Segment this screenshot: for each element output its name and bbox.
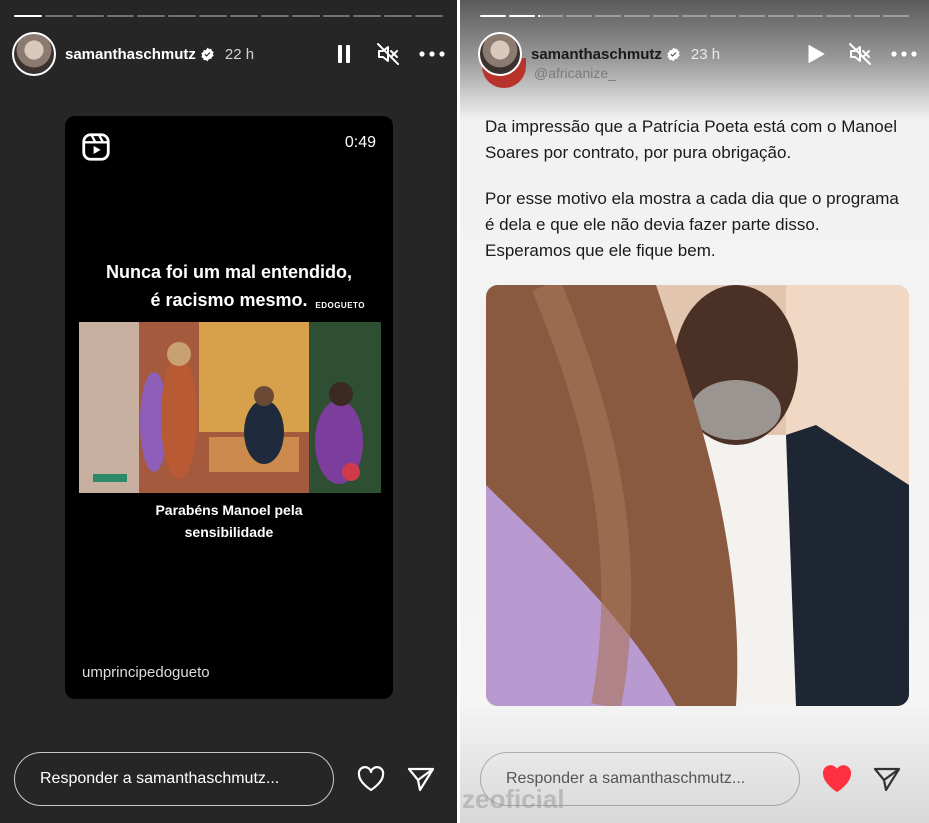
watermark-text: zeoficial: [462, 784, 565, 814]
post-time: 23 h: [690, 45, 721, 63]
progress-segment: [199, 15, 228, 17]
progress-segment: [480, 15, 506, 17]
more-dots-icon: [891, 51, 917, 57]
verified-badge-icon: [667, 47, 680, 61]
progress-segment: [739, 15, 765, 17]
progress-segment: [710, 15, 737, 17]
pause-button[interactable]: [331, 41, 357, 67]
like-button[interactable]: [356, 764, 386, 794]
progress-segment: [106, 15, 135, 17]
reel-duration: 0:49: [344, 134, 376, 151]
reel-tag: EDOGUETO: [315, 301, 365, 310]
share-button[interactable]: [406, 764, 436, 794]
progress-segment: [796, 15, 823, 17]
progress-segment: [75, 15, 104, 17]
paper-plane-icon: [407, 767, 435, 792]
progress-segment: [681, 15, 708, 17]
username[interactable]: samanthaschmutz: [531, 46, 662, 63]
progress-segment: [415, 15, 444, 17]
username[interactable]: samanthaschmutz: [65, 46, 196, 63]
progress-segment: [353, 15, 382, 17]
shared-reel-card[interactable]: 0:49 Nunca foi um mal entendido, é racis…: [65, 116, 393, 699]
profile-avatar[interactable]: [12, 32, 56, 76]
progress-segment: [168, 15, 197, 17]
share-button[interactable]: [872, 764, 902, 794]
tv-scene-image: [79, 322, 381, 493]
tv-still-image: [486, 285, 909, 706]
progress-bar-left: [14, 15, 444, 17]
progress-segment: [652, 15, 679, 17]
story-header-right: samanthaschmutz 23 h: [478, 32, 917, 76]
progress-segment: [508, 15, 535, 17]
mute-button[interactable]: [375, 41, 401, 67]
tweet-paragraph-1: Da impressão que a Patrícia Poeta está c…: [485, 117, 897, 162]
progress-segment: [623, 15, 650, 17]
progress-segment: [14, 15, 42, 17]
story-right[interactable]: @africanize_ samanthaschmutz 23 h Da imp…: [460, 0, 929, 823]
progress-segment: [291, 15, 320, 17]
reels-icon: [82, 133, 110, 161]
progress-segment: [44, 15, 73, 17]
heart-filled-icon: [822, 765, 852, 792]
more-options-button[interactable]: [891, 41, 917, 67]
tweet-paragraph-2: Por esse motivo ela mostra a cada dia qu…: [485, 189, 899, 260]
pause-icon: [338, 45, 350, 63]
progress-segment: [322, 15, 351, 17]
progress-segment: [595, 15, 621, 17]
progress-segment: [767, 15, 794, 17]
heart-outline-icon: [357, 766, 385, 792]
story-header-left: samanthaschmutz 22 h: [12, 32, 445, 76]
post-time: 22 h: [224, 45, 255, 63]
progress-segment: [230, 15, 258, 17]
verified-badge-icon: [201, 47, 214, 61]
profile-avatar[interactable]: [478, 32, 522, 76]
speaker-muted-icon: [377, 43, 399, 65]
progress-bar-right: [480, 15, 909, 17]
reel-account-name[interactable]: umprincipedogueto: [82, 664, 210, 681]
play-icon: [808, 45, 825, 63]
story-left[interactable]: samanthaschmutz 22 h 0:49 Nunca foi um m…: [0, 0, 457, 823]
tweet-text: Da impressão que a Patrícia Poeta está c…: [485, 114, 905, 264]
progress-segment: [566, 15, 593, 17]
progress-segment: [384, 15, 413, 17]
speaker-muted-icon: [849, 43, 871, 65]
paper-plane-icon: [873, 767, 901, 792]
story-footer-left: Responder a samanthaschmutz...: [14, 751, 443, 807]
tweet-media-image: [486, 285, 909, 706]
progress-segment: [260, 15, 289, 17]
stories-viewer: samanthaschmutz 22 h 0:49 Nunca foi um m…: [0, 0, 929, 823]
more-dots-icon: [419, 51, 445, 57]
progress-segment: [854, 15, 881, 17]
mute-button[interactable]: [847, 41, 873, 67]
progress-segment: [825, 15, 852, 17]
more-options-button[interactable]: [419, 41, 445, 67]
progress-segment: [137, 15, 166, 17]
like-button[interactable]: [822, 764, 852, 794]
reel-video-frame: [79, 322, 381, 493]
reply-input[interactable]: Responder a samanthaschmutz...: [14, 752, 334, 806]
play-button[interactable]: [803, 41, 829, 67]
progress-segment: [537, 15, 564, 17]
reel-subtitle: Parabéns Manoel pela sensibilidade: [155, 502, 303, 540]
progress-segment: [883, 15, 909, 17]
